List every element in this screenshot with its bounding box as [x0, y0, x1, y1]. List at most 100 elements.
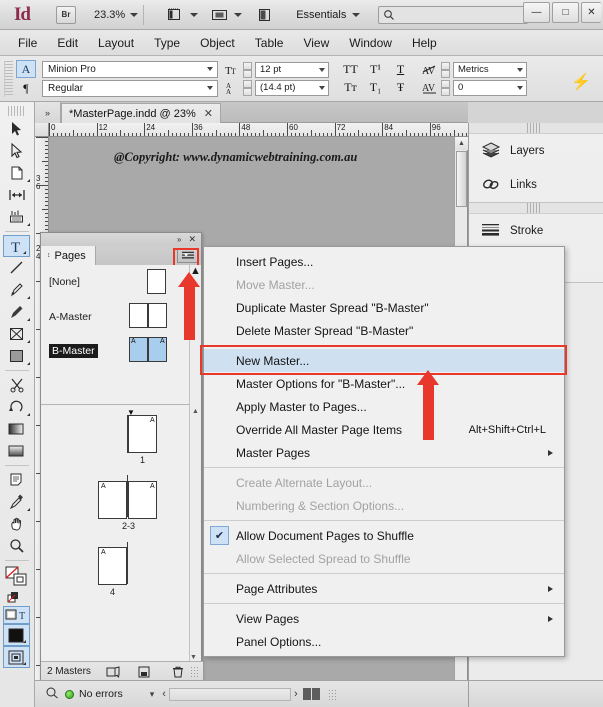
page-tool[interactable] [0, 162, 33, 184]
direct-selection-tool[interactable] [0, 140, 33, 162]
chevron-down-icon[interactable]: ▾ [150, 689, 155, 700]
menu-layout[interactable]: Layout [88, 34, 144, 52]
default-swap-swatches[interactable] [0, 590, 33, 606]
page-thumbnail[interactable]: A [128, 415, 157, 453]
menu-item-master-options[interactable]: Master Options for "B-Master"... [204, 372, 564, 395]
line-tool[interactable] [0, 257, 33, 279]
collapse-icon[interactable]: » [177, 235, 181, 244]
rectangle-tool[interactable] [0, 345, 33, 367]
pages-panel-menu-button[interactable] [173, 248, 199, 267]
gap-tool[interactable] [0, 184, 33, 206]
formatting-affects-toggle[interactable]: T [3, 606, 30, 624]
all-caps-button[interactable]: TT [341, 62, 360, 77]
menu-item-duplicate-master-spread[interactable]: Duplicate Master Spread "B-Master" [204, 296, 564, 319]
leading-stepper[interactable] [243, 79, 252, 96]
master-row-b-master[interactable]: B-Master A A [41, 335, 201, 370]
menu-type[interactable]: Type [144, 34, 190, 52]
master-thumbnail[interactable] [147, 269, 166, 294]
tab-pages[interactable]: ↕ Pages [41, 246, 96, 265]
close-icon[interactable]: ✕ [188, 234, 196, 245]
new-page-icon[interactable] [137, 665, 151, 679]
menu-item-delete-master-spread[interactable]: Delete Master Spread "B-Master" [204, 319, 564, 342]
bridge-icon[interactable]: Br [56, 5, 76, 24]
note-tool[interactable] [0, 469, 33, 491]
hand-tool[interactable] [0, 513, 33, 535]
scroll-up-arrow[interactable]: ▲ [455, 137, 468, 150]
menu-item-page-attributes[interactable]: Page Attributes [204, 577, 564, 600]
minimize-button[interactable]: — [523, 2, 550, 23]
menu-edit[interactable]: Edit [47, 34, 88, 52]
kerning-select[interactable]: Metrics [453, 61, 527, 78]
zoom-tool[interactable] [0, 535, 33, 557]
kerning-stepper[interactable] [441, 61, 450, 78]
preflight-status[interactable]: No errors ▾ [45, 686, 154, 702]
scrollbar-thumb[interactable] [456, 151, 467, 207]
free-transform-tool[interactable] [0, 396, 33, 418]
master-thumbnail-left[interactable] [129, 303, 148, 328]
menu-item-allow-document-pages-to-shuffle[interactable]: ✔ Allow Document Pages to Shuffle [204, 524, 564, 547]
page-thumbnail-left[interactable]: A [98, 481, 127, 519]
apply-color-button[interactable] [3, 624, 30, 646]
gradient-swatch-tool[interactable] [0, 418, 33, 440]
dock-grip[interactable] [469, 203, 603, 214]
scroll-up-arrow[interactable]: ▲ [190, 405, 201, 417]
dock-item-stroke[interactable]: Stroke [469, 214, 603, 248]
superscript-button[interactable]: T¹ [366, 62, 385, 77]
menu-item-panel-options[interactable]: Panel Options... [204, 630, 564, 653]
close-button[interactable]: ✕ [581, 2, 601, 23]
screen-mode-toggle[interactable] [3, 646, 30, 668]
chevron-down-icon[interactable] [234, 12, 243, 17]
master-thumbnail-right[interactable]: A [148, 337, 167, 362]
page-view-toggle-icon[interactable] [302, 688, 320, 700]
quick-apply-icon[interactable]: ⚡ [571, 72, 591, 92]
menu-item-new-master[interactable]: New Master... [200, 345, 567, 375]
page-thumbnail-right[interactable]: A [128, 481, 157, 519]
scroll-left-arrow[interactable]: ‹ [162, 688, 166, 700]
leading-select[interactable]: (14.4 pt) [255, 79, 329, 96]
ruler-origin[interactable] [35, 123, 49, 137]
fill-stroke-swatches[interactable] [0, 564, 33, 590]
font-style-select[interactable]: Regular [42, 79, 218, 97]
pages-scrollbar[interactable]: ▲ ▼ [189, 405, 201, 663]
edit-page-size-icon[interactable] [105, 665, 123, 679]
chevron-down-icon[interactable] [190, 12, 199, 17]
menu-view[interactable]: View [293, 34, 339, 52]
toolbox-grip[interactable] [8, 106, 26, 116]
master-row-none[interactable]: [None] [41, 265, 201, 300]
tracking-stepper[interactable] [441, 79, 450, 96]
page-thumbnail[interactable]: A [98, 547, 127, 585]
eyedropper-tool[interactable] [0, 491, 33, 513]
dock-item-links[interactable]: Links [469, 168, 603, 202]
horizontal-scrollbar[interactable] [168, 687, 291, 701]
master-row-a-master[interactable]: A-Master [41, 300, 201, 335]
horizontal-ruler[interactable]: 0 12 24 36 48 60 72 84 96 [49, 123, 468, 137]
control-panel-grip[interactable] [4, 60, 13, 97]
scroll-right-arrow[interactable]: › [294, 688, 298, 700]
menu-item-insert-pages[interactable]: Insert Pages... [204, 250, 564, 273]
panel-resize-grip[interactable] [189, 666, 199, 677]
font-size-stepper[interactable] [243, 61, 252, 78]
view-mode-icon[interactable] [209, 6, 231, 24]
underline-button[interactable]: T [391, 62, 410, 77]
menu-help[interactable]: Help [402, 34, 447, 52]
zoom-level-control[interactable]: 23.3% [94, 9, 139, 21]
menu-object[interactable]: Object [190, 34, 245, 52]
font-size-select[interactable]: 12 pt [255, 61, 329, 78]
menu-table[interactable]: Table [245, 34, 294, 52]
menu-item-override-all-master-page-items[interactable]: Override All Master Page Items Alt+Shift… [204, 418, 564, 441]
menu-item-master-pages[interactable]: Master Pages [204, 441, 564, 464]
master-thumbnail-left[interactable]: A [129, 337, 148, 362]
status-bar-grip[interactable] [327, 688, 337, 700]
dock-item-layers[interactable]: Layers [469, 134, 603, 168]
character-formatting-button[interactable]: A [16, 60, 36, 78]
paragraph-formatting-button[interactable]: ¶ [16, 79, 36, 97]
page-display-icon[interactable] [254, 6, 276, 24]
menu-item-view-pages[interactable]: View Pages [204, 607, 564, 630]
screen-mode-icon[interactable] [165, 6, 187, 24]
scissors-tool[interactable] [0, 374, 33, 396]
pen-tool[interactable] [0, 279, 33, 301]
workspace-switcher[interactable]: Essentials [296, 9, 361, 21]
delete-page-icon[interactable] [171, 665, 185, 679]
subscript-button[interactable]: T₁ [366, 80, 385, 95]
menu-file[interactable]: File [8, 34, 47, 52]
